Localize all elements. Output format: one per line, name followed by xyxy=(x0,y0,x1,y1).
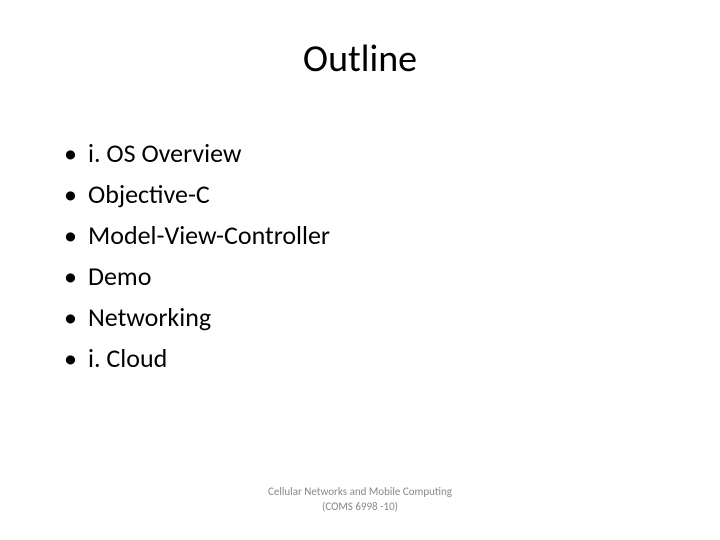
bullet-text: Model-View-Controller xyxy=(88,218,330,253)
bullet-icon: • xyxy=(64,259,88,294)
bullet-icon: • xyxy=(64,177,88,212)
list-item: • i. Cloud xyxy=(64,341,670,376)
bullet-text: i. OS Overview xyxy=(88,136,242,171)
list-item: • i. OS Overview xyxy=(64,136,670,171)
footer: Cellular Networks and Mobile Computing (… xyxy=(0,485,720,514)
bullet-list: • i. OS Overview • Objective-C • Model-V… xyxy=(50,130,670,377)
list-item: • Objective-C xyxy=(64,177,670,212)
slide: Outline • i. OS Overview • Objective-C •… xyxy=(0,0,720,540)
footer-line-2: (COMS 6998 -10) xyxy=(0,500,720,514)
bullet-text: Objective-C xyxy=(88,177,210,212)
bullet-text: Demo xyxy=(88,259,151,294)
bullet-icon: • xyxy=(64,300,88,335)
bullet-text: i. Cloud xyxy=(88,341,167,376)
bullet-icon: • xyxy=(64,136,88,171)
bullet-text: Networking xyxy=(88,300,211,335)
bullet-icon: • xyxy=(64,341,88,376)
list-item: • Networking xyxy=(64,300,670,335)
slide-title: Outline xyxy=(50,36,670,82)
list-item: • Demo xyxy=(64,259,670,294)
footer-line-1: Cellular Networks and Mobile Computing xyxy=(0,485,720,499)
list-item: • Model-View-Controller xyxy=(64,218,670,253)
bullet-icon: • xyxy=(64,218,88,253)
